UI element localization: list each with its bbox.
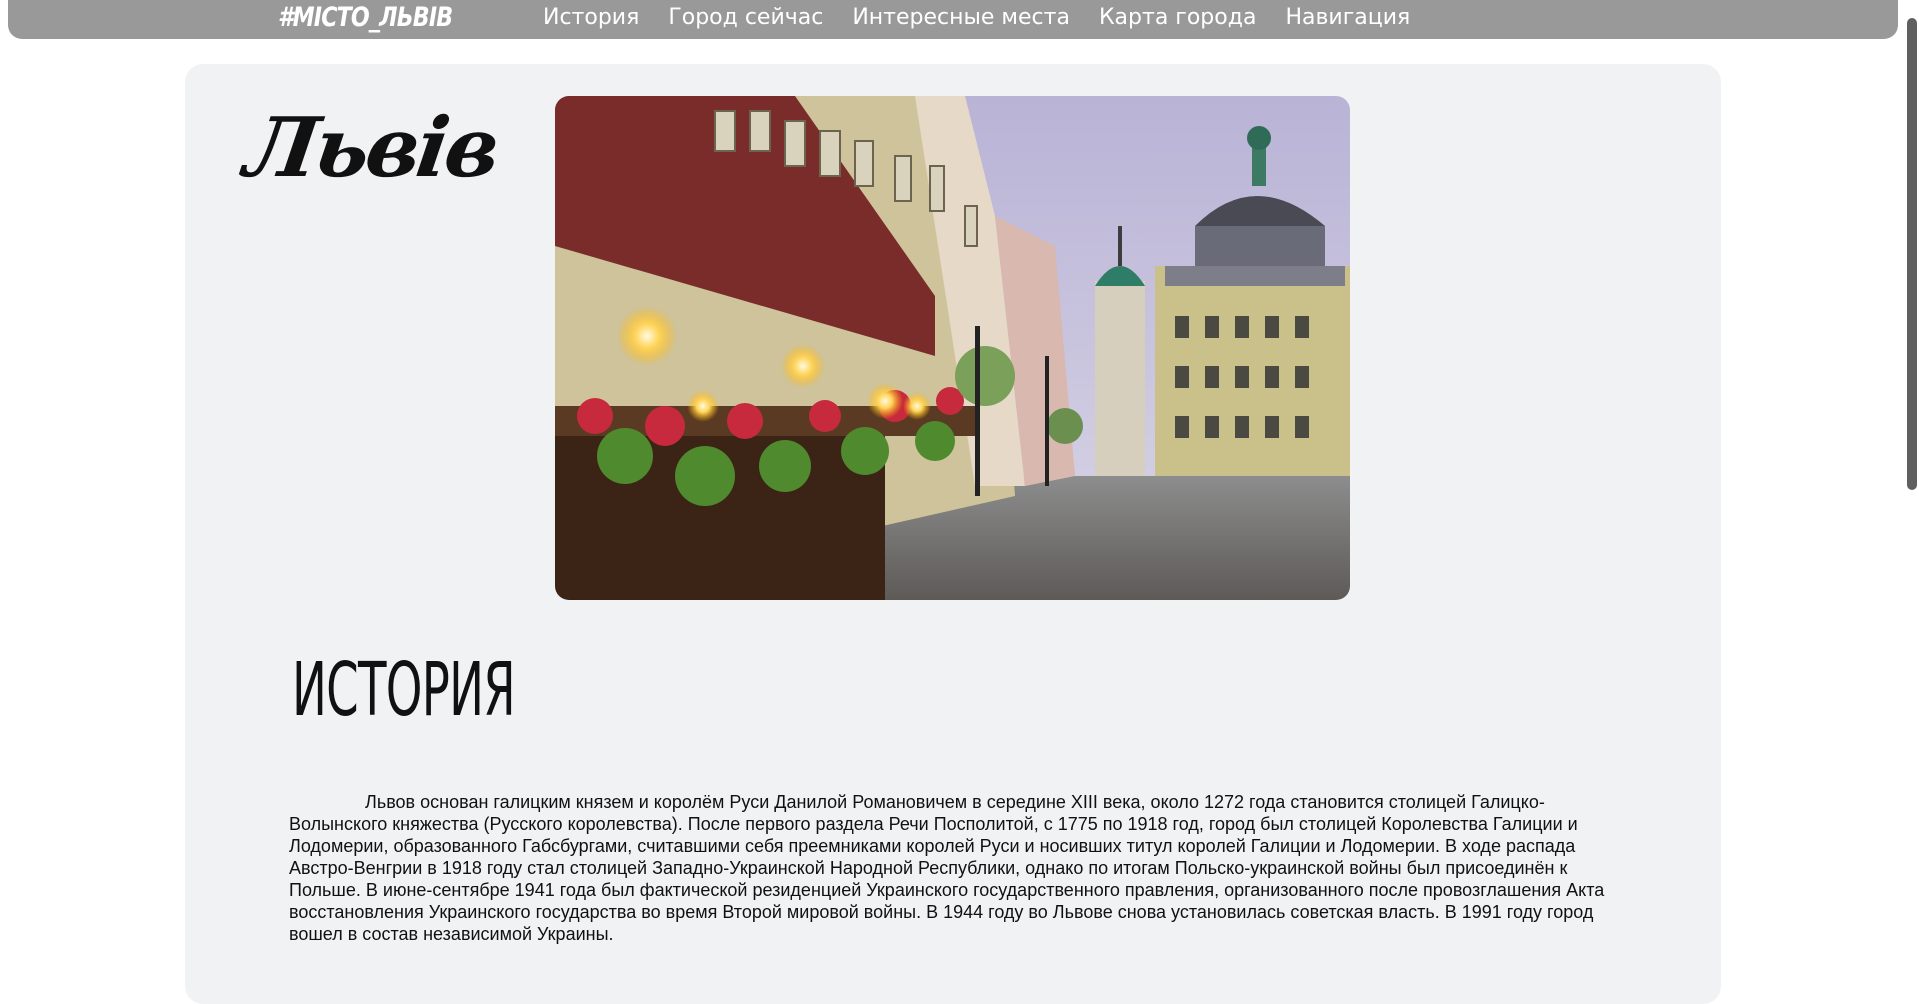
top-navbar: #МІСТО_ЛЬВІВ История Город сейчас Интере… [8, 0, 1898, 39]
scrollbar-thumb[interactable] [1907, 18, 1917, 490]
site-logo[interactable]: #МІСТО_ЛЬВІВ [278, 2, 453, 33]
nav-link-history[interactable]: История [543, 5, 639, 30]
city-square-photo-icon [555, 96, 1350, 600]
nav-link-map[interactable]: Карта города [1099, 5, 1257, 30]
city-title: Львів [239, 100, 504, 196]
nav-link-places[interactable]: Интересные места [852, 5, 1070, 30]
nav-link-city-now[interactable]: Город сейчас [668, 5, 823, 30]
history-paragraph: Львов основан галицким князем и королём … [289, 792, 1605, 944]
nav-link-navigation[interactable]: Навигация [1285, 5, 1410, 30]
hero-image [555, 96, 1350, 600]
nav-menu: История Город сейчас Интересные места Ка… [543, 0, 1439, 34]
history-heading: ИСТОРИЯ [292, 647, 516, 733]
page-scrollbar[interactable] [1904, 0, 1919, 978]
